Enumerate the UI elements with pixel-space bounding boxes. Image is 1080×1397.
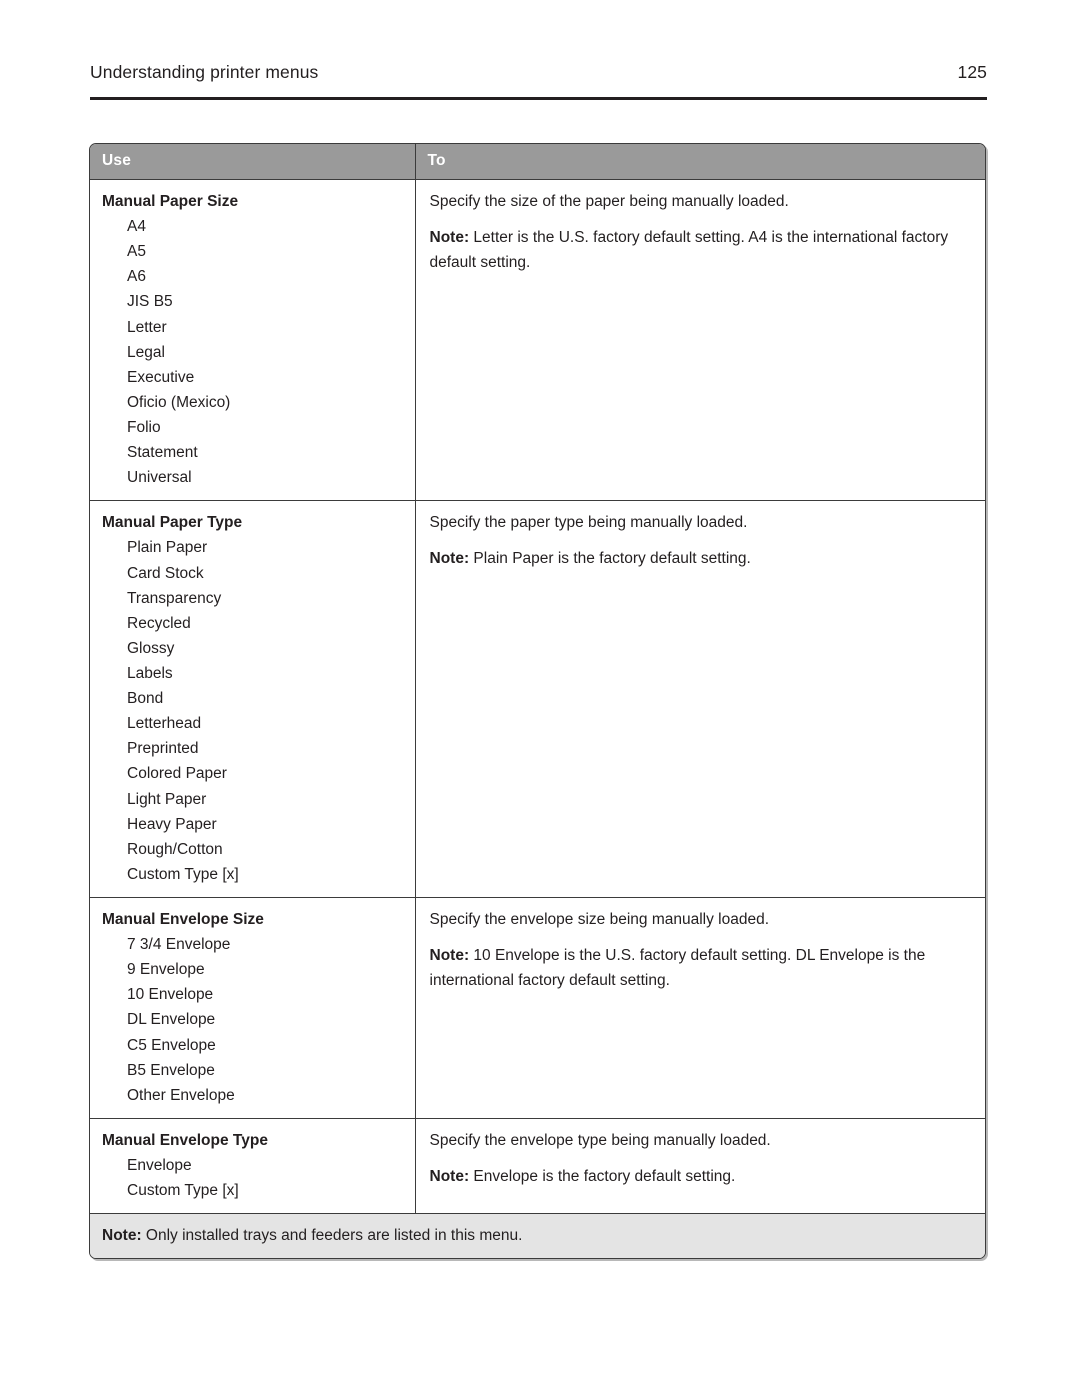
list-item: A4 xyxy=(127,218,146,236)
description-cell: Specify the paper type being manually lo… xyxy=(415,500,985,898)
setting-description: Specify the envelope type being manually… xyxy=(429,1131,771,1149)
header-rule xyxy=(90,97,987,100)
setting-description: Specify the envelope size being manually… xyxy=(429,910,770,928)
column-header-use: Use xyxy=(90,144,416,180)
note-text: Envelope is the factory default setting. xyxy=(469,1167,736,1185)
setting-options-list: Plain Paper Card Stock Transparency Recy… xyxy=(102,535,401,887)
document-page: Understanding printer menus 125 Use To M… xyxy=(0,0,1080,1397)
list-item: Letter xyxy=(127,318,167,336)
menu-settings-table: Use To Manual Paper Size A4 A5 A6 JIS B5… xyxy=(89,143,986,1260)
list-item: Card Stock xyxy=(127,564,204,582)
table-row: Manual Envelope Type Envelope Custom Typ… xyxy=(90,1118,985,1215)
setting-options-list: 7 3/4 Envelope 9 Envelope 10 Envelope DL… xyxy=(102,932,401,1108)
setting-name: Manual Paper Type xyxy=(102,514,243,532)
note-text: 10 Envelope is the U.S. factory default … xyxy=(429,947,926,990)
list-item: Envelope xyxy=(127,1156,192,1174)
list-item: Legal xyxy=(127,343,165,361)
list-item: Letterhead xyxy=(127,715,202,733)
note-text: Letter is the U.S. factory default setti… xyxy=(429,229,949,272)
setting-options-list: A4 A5 A6 JIS B5 Letter Legal Executive O… xyxy=(102,214,401,490)
list-item: DL Envelope xyxy=(127,1011,216,1029)
list-item: Plain Paper xyxy=(127,539,208,557)
settings-cell: Manual Paper Type Plain Paper Card Stock… xyxy=(90,500,416,898)
note-label: Note: xyxy=(102,1227,142,1245)
note-label: Note: xyxy=(429,550,470,568)
note-label: Note: xyxy=(429,947,470,965)
column-header-to: To xyxy=(415,144,985,180)
list-item: Light Paper xyxy=(127,790,207,808)
table-row: Manual Paper Type Plain Paper Card Stock… xyxy=(90,500,985,898)
setting-description: Specify the paper type being manually lo… xyxy=(429,514,748,532)
list-item: Oficio (Mexico) xyxy=(127,393,231,411)
settings-cell: Manual Envelope Type Envelope Custom Typ… xyxy=(90,1118,416,1215)
list-item: Rough/Cotton xyxy=(127,840,223,858)
table-header-row: Use To xyxy=(90,144,985,180)
setting-options-list: Envelope Custom Type [x] xyxy=(102,1153,401,1203)
setting-name: Manual Paper Size xyxy=(102,193,239,210)
chapter-title: Understanding printer menus xyxy=(90,62,319,82)
setting-description: Specify the size of the paper being manu… xyxy=(429,193,789,210)
list-item: A5 xyxy=(127,243,146,261)
page-number: 125 xyxy=(957,62,987,82)
description-cell: Specify the envelope size being manually… xyxy=(415,897,985,1119)
note-label: Note: xyxy=(429,229,470,247)
list-item: A6 xyxy=(127,268,146,286)
setting-note: Note: Plain Paper is the factory default… xyxy=(430,546,974,571)
list-item: 10 Envelope xyxy=(127,986,214,1004)
list-item: Recycled xyxy=(127,614,191,632)
note-label: Note: xyxy=(429,1167,470,1185)
list-item: 7 3/4 Envelope xyxy=(127,936,231,954)
setting-name: Manual Envelope Type xyxy=(102,1131,268,1149)
list-item: Bond xyxy=(127,690,164,708)
settings-cell: Manual Paper Size A4 A5 A6 JIS B5 Letter… xyxy=(90,179,416,502)
list-item: Colored Paper xyxy=(127,765,227,783)
list-item: Custom Type [x] xyxy=(127,865,239,883)
running-header: Understanding printer menus 125 xyxy=(90,62,987,83)
list-item: Custom Type [x] xyxy=(127,1182,239,1200)
list-item: Heavy Paper xyxy=(127,815,217,833)
list-item: Other Envelope xyxy=(127,1086,235,1104)
table-footnote-row: Note: Only installed trays and feeders a… xyxy=(90,1213,985,1259)
list-item: JIS B5 xyxy=(127,293,173,311)
description-cell: Specify the size of the paper being manu… xyxy=(415,179,985,502)
note-text: Plain Paper is the factory default setti… xyxy=(469,550,751,568)
settings-cell: Manual Envelope Size 7 3/4 Envelope 9 En… xyxy=(90,897,416,1119)
list-item: Statement xyxy=(127,444,198,462)
list-item: Glossy xyxy=(127,639,175,657)
setting-note: Note: Letter is the U.S. factory default… xyxy=(430,225,974,275)
description-cell: Specify the envelope type being manually… xyxy=(415,1118,985,1215)
list-item: Universal xyxy=(127,469,192,487)
list-item: Labels xyxy=(127,664,173,682)
note-text: Only installed trays and feeders are lis… xyxy=(141,1227,523,1245)
setting-name: Manual Envelope Size xyxy=(102,910,264,928)
list-item: B5 Envelope xyxy=(127,1061,215,1079)
setting-note: Note: 10 Envelope is the U.S. factory de… xyxy=(430,943,974,993)
list-item: Preprinted xyxy=(127,740,199,758)
table-row: Manual Paper Size A4 A5 A6 JIS B5 Letter… xyxy=(90,179,985,502)
list-item: 9 Envelope xyxy=(127,961,205,979)
table-footnote-cell: Note: Only installed trays and feeders a… xyxy=(90,1213,985,1259)
list-item: Transparency xyxy=(127,589,222,607)
list-item: C5 Envelope xyxy=(127,1036,216,1054)
list-item: Folio xyxy=(127,418,161,436)
table-row: Manual Envelope Size 7 3/4 Envelope 9 En… xyxy=(90,897,985,1119)
setting-note: Note: Envelope is the factory default se… xyxy=(430,1164,974,1189)
list-item: Executive xyxy=(127,368,195,386)
